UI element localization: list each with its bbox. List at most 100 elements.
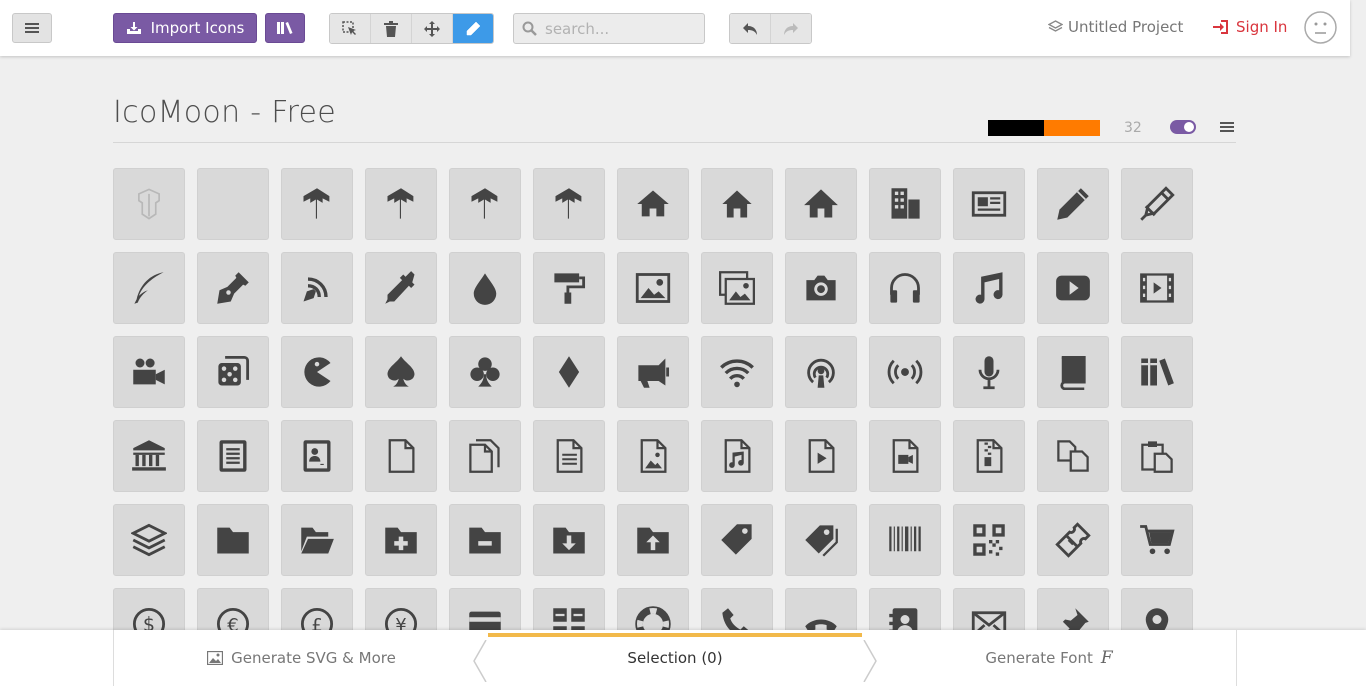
icon-tile[interactable] <box>113 504 185 576</box>
icon-tile[interactable] <box>281 504 353 576</box>
icon-tile[interactable] <box>113 252 185 324</box>
icon-tile[interactable] <box>869 504 941 576</box>
icon-tile[interactable] <box>701 252 773 324</box>
stack-icon <box>131 523 167 557</box>
top-toolbar: Import Icons Untitled Project <box>0 0 1350 56</box>
sign-in-link[interactable]: Sign In <box>1212 18 1287 36</box>
icon-tile[interactable] <box>113 168 185 240</box>
icon-tile[interactable] <box>533 420 605 492</box>
icon-set-title[interactable]: IcoMoon - Free <box>113 95 336 130</box>
select-tool-button[interactable] <box>330 14 371 43</box>
icon-tile[interactable] <box>197 420 269 492</box>
icon-tile[interactable] <box>533 504 605 576</box>
icon-tile[interactable] <box>617 420 689 492</box>
icon-tile[interactable] <box>113 336 185 408</box>
icon-tile[interactable] <box>701 168 773 240</box>
icon-tile[interactable] <box>1121 336 1193 408</box>
music-icon <box>975 272 1003 304</box>
icon-tile[interactable] <box>1037 252 1109 324</box>
icon-tile[interactable] <box>785 168 857 240</box>
icon-tile[interactable] <box>701 336 773 408</box>
icon-tile[interactable] <box>953 420 1025 492</box>
icon-tile[interactable] <box>1037 336 1109 408</box>
icon-tile[interactable] <box>869 420 941 492</box>
icon-tile[interactable] <box>197 336 269 408</box>
pacman-icon <box>304 357 331 387</box>
icon-tile[interactable] <box>1121 504 1193 576</box>
icon-tile[interactable] <box>869 336 941 408</box>
generate-font-button[interactable]: Generate Font F <box>862 630 1237 686</box>
generate-svg-button[interactable]: Generate SVG & More <box>113 630 489 686</box>
icon-tile[interactable] <box>617 252 689 324</box>
icon-tile[interactable] <box>701 504 773 576</box>
icon-tile[interactable] <box>365 252 437 324</box>
project-name[interactable]: Untitled Project <box>1048 18 1183 36</box>
edit-tool-button[interactable] <box>453 14 493 43</box>
pencil-icon <box>466 21 481 35</box>
move-tool-button[interactable] <box>412 14 453 43</box>
set-menu-icon[interactable] <box>1220 120 1234 134</box>
icon-tile[interactable] <box>533 336 605 408</box>
icon-tile[interactable] <box>533 252 605 324</box>
color-swatch-orange[interactable] <box>1044 120 1100 136</box>
icon-tile[interactable] <box>953 336 1025 408</box>
icon-tile[interactable] <box>869 168 941 240</box>
icon-tile[interactable] <box>197 168 269 240</box>
icon-tile[interactable] <box>1037 168 1109 240</box>
selection-tab[interactable]: Selection (0) <box>488 630 862 686</box>
delete-tool-button[interactable] <box>371 14 412 43</box>
icon-tile[interactable] <box>281 252 353 324</box>
undo-button[interactable] <box>730 14 771 43</box>
avatar-icon[interactable] <box>1304 11 1337 44</box>
main-menu-button[interactable] <box>12 13 52 43</box>
icon-tile[interactable] <box>281 420 353 492</box>
icon-tile[interactable] <box>449 168 521 240</box>
icon-library-button[interactable] <box>265 13 305 43</box>
icon-tile[interactable] <box>617 504 689 576</box>
hamburger-icon <box>25 23 39 33</box>
icon-tile[interactable] <box>617 336 689 408</box>
search-field[interactable] <box>513 13 705 44</box>
icon-tile[interactable] <box>953 168 1025 240</box>
icon-tile[interactable] <box>785 336 857 408</box>
icon-tile[interactable] <box>1037 420 1109 492</box>
icon-tile[interactable] <box>785 504 857 576</box>
search-input[interactable] <box>543 18 697 39</box>
icon-tile[interactable] <box>449 504 521 576</box>
bullhorn-icon <box>638 358 670 388</box>
podcast-icon <box>807 358 835 388</box>
icon-tile[interactable] <box>617 168 689 240</box>
import-icons-button[interactable]: Import Icons <box>113 13 257 43</box>
icon-tile[interactable] <box>785 252 857 324</box>
copy-icon <box>1057 440 1089 472</box>
icon-tile[interactable] <box>281 168 353 240</box>
icon-tile[interactable] <box>785 420 857 492</box>
color-swatch-black[interactable] <box>988 120 1044 136</box>
icon-tile[interactable] <box>365 168 437 240</box>
icon-tile[interactable] <box>701 420 773 492</box>
icon-tile[interactable] <box>953 252 1025 324</box>
toggle-knob <box>1184 122 1194 132</box>
icon-tile[interactable] <box>449 336 521 408</box>
icon-tile[interactable] <box>197 252 269 324</box>
icon-tile[interactable] <box>365 336 437 408</box>
icon-tile[interactable] <box>1121 168 1193 240</box>
icon-tile[interactable] <box>449 420 521 492</box>
icon-tile[interactable] <box>1037 504 1109 576</box>
icon-tile[interactable] <box>869 252 941 324</box>
tf-icon <box>471 188 498 219</box>
icon-tile[interactable] <box>113 420 185 492</box>
icon-tile[interactable] <box>197 504 269 576</box>
set-toggle[interactable] <box>1170 120 1196 134</box>
icon-tile[interactable] <box>365 420 437 492</box>
icon-tile[interactable] <box>1121 252 1193 324</box>
icon-tile[interactable] <box>533 168 605 240</box>
grid-size-value[interactable]: 32 <box>1124 120 1142 136</box>
redo-button[interactable] <box>771 14 811 43</box>
tf-icon <box>555 188 582 219</box>
icon-tile[interactable] <box>953 504 1025 576</box>
icon-tile[interactable] <box>449 252 521 324</box>
icon-tile[interactable] <box>281 336 353 408</box>
icon-tile[interactable] <box>1121 420 1193 492</box>
icon-tile[interactable] <box>365 504 437 576</box>
